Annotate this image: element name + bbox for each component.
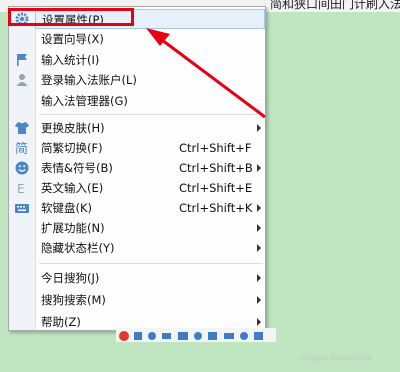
ime-status-bar[interactable]: [116, 328, 276, 342]
annotation-arrow-icon: [146, 28, 266, 119]
status-bar-icons: [119, 331, 263, 341]
watermark: jingyan.baidu.com: [300, 352, 373, 362]
